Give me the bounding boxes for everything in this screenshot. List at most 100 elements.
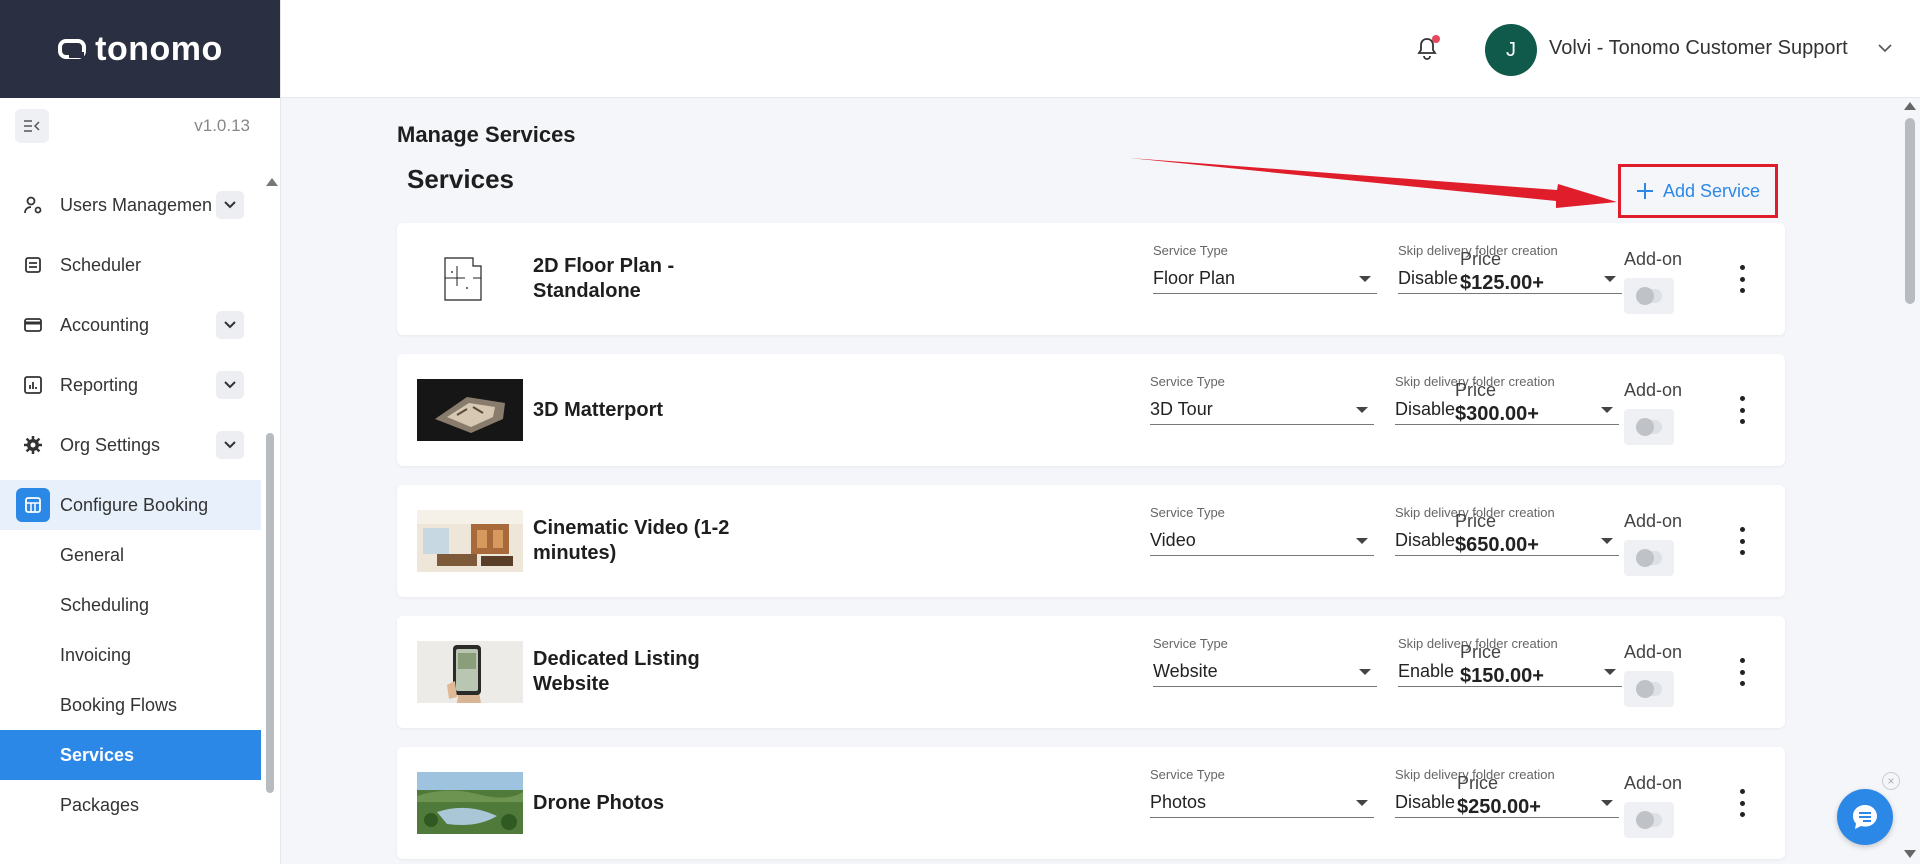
caret-down-icon — [1604, 275, 1616, 282]
chevron-down-icon[interactable] — [216, 431, 244, 459]
addon-block: Add-on — [1624, 511, 1704, 576]
section-title: Services — [407, 164, 514, 194]
sidebar-subitem-general[interactable]: General — [0, 530, 261, 580]
service-type-field[interactable]: Service Type Photos — [1150, 767, 1374, 818]
price-block: Price $150.00+ — [1460, 642, 1544, 688]
service-type-select[interactable]: Video — [1150, 526, 1374, 556]
more-options-icon[interactable] — [1735, 265, 1749, 293]
service-name: 3D Matterport — [533, 398, 664, 421]
page-title: Manage Services — [397, 122, 576, 147]
addon-toggle[interactable] — [1624, 540, 1674, 576]
caret-down-icon — [1356, 799, 1368, 806]
price-label: Price — [1460, 642, 1502, 662]
sidebar-item-reporting[interactable]: Reporting — [0, 355, 261, 415]
price-label: Price — [1455, 380, 1497, 400]
more-options-icon[interactable] — [1735, 527, 1749, 555]
scroll-up-arrow-icon[interactable] — [1904, 102, 1916, 110]
scroll-up-arrow-icon[interactable] — [266, 178, 278, 186]
sidebar-item-accounting[interactable]: Accounting — [0, 295, 261, 355]
service-thumbnail — [417, 772, 523, 834]
addon-toggle[interactable] — [1624, 409, 1674, 445]
logo[interactable]: tonomo — [57, 30, 223, 69]
service-type-field[interactable]: Service Type Video — [1150, 505, 1374, 556]
sidebar: tonomo v1.0.13 Users Managemen Scheduler… — [0, 0, 281, 864]
more-options-icon[interactable] — [1735, 396, 1749, 424]
service-card[interactable]: Drone Photos Service Type Photos Skip de… — [397, 747, 1785, 859]
select-value: Photos — [1150, 792, 1207, 812]
service-card[interactable]: 3D Matterport Service Type 3D Tour Skip … — [397, 354, 1785, 466]
version-row: v1.0.13 — [0, 98, 280, 154]
addon-toggle[interactable] — [1624, 278, 1674, 314]
addon-block: Add-on — [1624, 642, 1704, 707]
select-value: Floor Plan — [1153, 268, 1236, 288]
sidebar-scrollbar[interactable] — [266, 178, 278, 858]
avatar[interactable]: J — [1485, 24, 1537, 76]
service-type-select[interactable]: 3D Tour — [1150, 395, 1374, 425]
sidebar-item-label: Reporting — [60, 374, 139, 395]
collapse-icon — [24, 120, 40, 132]
scrollbar-thumb[interactable] — [1905, 118, 1915, 304]
more-options-icon[interactable] — [1735, 658, 1749, 686]
bar-chart-icon — [22, 374, 44, 396]
main-scrollbar[interactable] — [1903, 98, 1917, 864]
service-type-field[interactable]: Service Type 3D Tour — [1150, 374, 1374, 425]
service-type-field[interactable]: Service Type Website — [1153, 636, 1377, 687]
price-value: $150.00+ — [1460, 665, 1544, 687]
service-card[interactable]: Cinematic Video (1-2 minutes) Service Ty… — [397, 485, 1785, 597]
chevron-down-icon[interactable] — [216, 371, 244, 399]
sidebar-item-configure-booking[interactable]: Configure Booking — [0, 480, 261, 530]
service-card[interactable]: 2D Floor Plan - Standalone Service Type … — [397, 223, 1785, 335]
sidebar-subitem-invoicing[interactable]: Invoicing — [0, 630, 261, 680]
addon-label: Add-on — [1624, 249, 1683, 269]
sidebar-nav: Users Managemen Scheduler Accounting Rep… — [0, 175, 261, 830]
service-thumbnail — [417, 379, 523, 441]
addon-label: Add-on — [1624, 511, 1683, 531]
select-value: 3D Tour — [1150, 399, 1213, 419]
select-value: Disable — [1395, 530, 1456, 550]
service-card[interactable]: Dedicated Listing Website Service Type W… — [397, 616, 1785, 728]
price-value: $650.00+ — [1455, 534, 1539, 556]
notification-bell-icon[interactable] — [1416, 35, 1440, 62]
caret-down-icon — [1601, 799, 1613, 806]
addon-toggle[interactable] — [1624, 671, 1674, 707]
top-header: J Volvi - Tonomo Customer Support — [281, 0, 1920, 98]
service-name: 2D Floor Plan - Standalone — [533, 255, 675, 302]
sidebar-subitem-scheduling[interactable]: Scheduling — [0, 580, 261, 630]
chevron-down-icon[interactable] — [216, 191, 244, 219]
price-block: Price $300.00+ — [1455, 380, 1539, 426]
sidebar-subitem-booking-flows[interactable]: Booking Flows — [0, 680, 261, 730]
wallet-icon — [22, 314, 44, 336]
sidebar-item-label: Accounting — [60, 314, 150, 335]
addon-block: Add-on — [1624, 380, 1704, 445]
user-name[interactable]: Volvi - Tonomo Customer Support — [1549, 37, 1848, 60]
field-label: Service Type — [1150, 505, 1225, 520]
price-block: Price $650.00+ — [1455, 511, 1539, 557]
service-type-field[interactable]: Service Type Floor Plan — [1153, 243, 1377, 294]
sidebar-item-label: Users Managemen — [60, 194, 213, 215]
field-label: Service Type — [1150, 767, 1225, 782]
price-block: Price $125.00+ — [1460, 249, 1544, 295]
service-type-select[interactable]: Website — [1153, 657, 1377, 687]
chevron-down-icon[interactable] — [1878, 40, 1892, 58]
sidebar-subitem-services[interactable]: Services — [0, 730, 261, 780]
logo-area: tonomo — [0, 0, 280, 98]
service-type-select[interactable]: Photos — [1150, 788, 1374, 818]
addon-toggle[interactable] — [1624, 802, 1674, 838]
chevron-down-icon[interactable] — [216, 311, 244, 339]
sidebar-item-label: Scheduler — [60, 254, 142, 275]
select-value: Disable — [1398, 268, 1459, 288]
sidebar-item-users-management[interactable]: Users Managemen — [0, 175, 261, 235]
sidebar-subitem-packages[interactable]: Packages — [0, 780, 261, 830]
more-options-icon[interactable] — [1735, 789, 1749, 817]
chat-widget-button[interactable] — [1837, 789, 1893, 845]
sidebar-item-scheduler[interactable]: Scheduler — [0, 235, 261, 295]
collapse-sidebar-button[interactable] — [15, 109, 49, 143]
field-label: Service Type — [1153, 636, 1228, 651]
service-type-select[interactable]: Floor Plan — [1153, 264, 1377, 294]
scrollbar-thumb[interactable] — [266, 433, 274, 793]
sidebar-item-org-settings[interactable]: Org Settings — [0, 415, 261, 475]
close-icon[interactable]: × — [1882, 772, 1900, 790]
caret-down-icon — [1601, 406, 1613, 413]
scroll-down-arrow-icon[interactable] — [1904, 850, 1916, 858]
add-service-button[interactable]: Add Service — [1618, 164, 1778, 218]
